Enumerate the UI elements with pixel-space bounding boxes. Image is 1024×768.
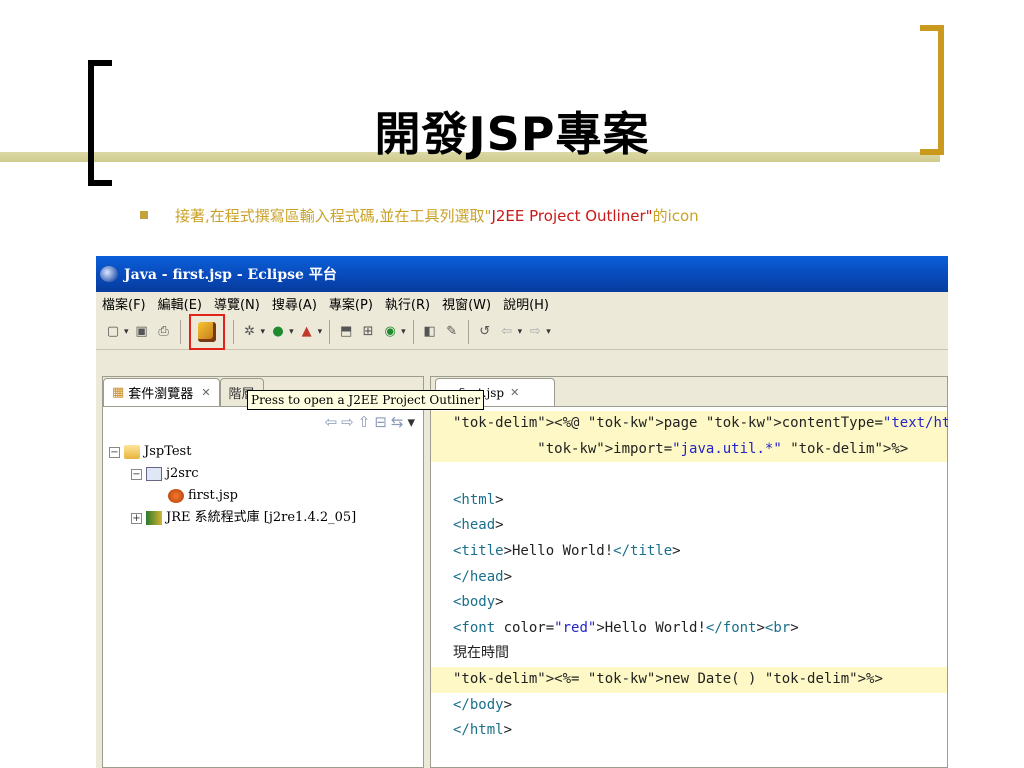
menubar: 檔案(F) 編輯(E) 導覽(N) 搜尋(A) 專案(P) 執行(R) 視窗(W) 說明(H): [96, 292, 948, 314]
new-package-icon[interactable]: ⊞: [359, 323, 377, 341]
tree-item-label: first.jsp: [188, 488, 238, 503]
external-tools-dropdown-arrow[interactable]: ▾: [318, 327, 323, 337]
run-icon[interactable]: ●: [269, 323, 287, 341]
editor-view: first.jsp ✕ "tok-delim"><%@ "tok-kw">pag…: [430, 376, 948, 768]
run-dropdown-arrow[interactable]: ▾: [289, 327, 294, 337]
toolbar-separator: [232, 319, 234, 344]
package-icon: [146, 467, 162, 481]
code-line[interactable]: <title>Hello World!</title>: [431, 539, 947, 565]
editor-tabbar: first.jsp ✕: [431, 377, 947, 407]
last-edit-location-icon[interactable]: ↺: [476, 323, 494, 341]
bullet-marker: [140, 211, 148, 219]
new-wizard-icon[interactable]: ▢: [104, 323, 122, 341]
forward-dropdown-arrow[interactable]: ▾: [546, 327, 551, 337]
code-line[interactable]: <head>: [431, 513, 947, 539]
code-line[interactable]: "tok-delim"><%= "tok-kw">new Date( ) "to…: [431, 666, 947, 693]
eclipse-app-icon: [100, 266, 118, 282]
workbench-area: ▦ 套件瀏覽器 ✕ 階層 ⇦ ⇨ ⇧ ⊟ ⇆ ▾ − JspTest − j2src f…: [96, 370, 948, 768]
toolbar-separator: [412, 319, 414, 344]
forward-icon[interactable]: ⇨: [526, 323, 544, 341]
collapse-all-icon[interactable]: ⊟: [374, 413, 387, 431]
toolbar-separator: [179, 319, 181, 344]
up-icon[interactable]: ⇧: [358, 413, 371, 431]
folder-icon: [124, 445, 140, 459]
code-line[interactable]: "tok-kw">import="java.util.*" "tok-delim…: [431, 436, 947, 463]
j2ee-outliner-icon: [197, 321, 216, 342]
code-editor[interactable]: "tok-delim"><%@ "tok-kw">page "tok-kw">c…: [431, 407, 948, 744]
close-icon[interactable]: ✕: [510, 386, 519, 399]
window-title: Java - first.jsp - Eclipse 平台: [124, 267, 337, 283]
jsp-file-icon: [168, 489, 184, 503]
menu-item[interactable]: 視窗(W): [442, 294, 491, 313]
link-with-editor-icon[interactable]: ⇆: [391, 413, 404, 431]
code-line[interactable]: <body>: [431, 590, 947, 616]
menu-item[interactable]: 編輯(E): [158, 294, 202, 313]
view-menu-icon[interactable]: ▾: [407, 413, 415, 431]
toolbar-separator: [467, 319, 469, 344]
tree-item-label: j2src: [166, 466, 199, 481]
code-line[interactable]: <font color="red">Hello World!</font><br…: [431, 616, 947, 642]
package-explorer-view: ▦ 套件瀏覽器 ✕ 階層 ⇦ ⇨ ⇧ ⊟ ⇆ ▾ − JspTest − j2src f…: [102, 376, 424, 768]
tree-item[interactable]: − j2src: [109, 463, 417, 485]
forward-icon[interactable]: ⇨: [341, 413, 354, 431]
bullet-highlight: J2EE Project Outliner": [491, 207, 653, 225]
code-line[interactable]: [431, 462, 947, 488]
tree-item-label: JRE 系統程式庫 [j2re1.4.2_05]: [166, 510, 357, 525]
code-line[interactable]: </head>: [431, 565, 947, 591]
print-icon[interactable]: ⎙: [155, 323, 173, 341]
eclipse-window: Java - first.jsp - Eclipse 平台 檔案(F) 編輯(E)…: [96, 256, 948, 768]
package-explorer-tab-label: 套件瀏覽器: [128, 387, 194, 402]
outliner-tooltip: Press to open a J2EE Project Outliner: [247, 390, 485, 410]
tree-item[interactable]: first.jsp: [109, 485, 417, 507]
debug-icon[interactable]: ✲: [241, 323, 259, 341]
tree-expander-icon[interactable]: −: [131, 468, 142, 480]
library-icon: [146, 511, 162, 525]
tab-package-explorer[interactable]: ▦ 套件瀏覽器 ✕: [103, 378, 220, 406]
tree-item-label: JspTest: [144, 444, 192, 459]
menu-item[interactable]: 檔案(F): [102, 294, 146, 313]
menu-item[interactable]: 導覽(N): [214, 294, 260, 313]
menu-item[interactable]: 專案(P): [329, 294, 373, 313]
tree-expander-icon[interactable]: +: [131, 512, 142, 524]
toolbar-separator: [329, 319, 331, 344]
toolbar: ▢ ▾ ▣ ⎙ ✲ ▾ ● ▾ ▲ ▾ ⬒ ⊞ ◉ ▾ ◧ ✎ ↺ ⇦ ▾ ⇨ ▾: [96, 313, 948, 350]
open-type-icon[interactable]: ◧: [421, 323, 439, 341]
menu-item[interactable]: 搜尋(A): [272, 294, 317, 313]
code-line[interactable]: 現在時間: [431, 641, 947, 667]
code-line[interactable]: </html>: [431, 718, 947, 744]
slide-title: 開發JSP專案: [374, 107, 650, 161]
back-icon[interactable]: ⇦: [498, 323, 516, 341]
package-tree: − JspTest − j2src first.jsp + JRE 系統程式庫 [j2re1…: [103, 437, 423, 533]
external-tools-icon[interactable]: ▲: [298, 323, 316, 341]
bullet-prefix: 接著,在程式撰寫區輸入程式碼,並在工具列選取": [175, 207, 492, 225]
new-java-project-icon[interactable]: ⬒: [337, 323, 355, 341]
menu-item[interactable]: 執行(R): [385, 294, 430, 313]
code-line[interactable]: </body>: [431, 693, 947, 719]
back-dropdown-arrow[interactable]: ▾: [518, 327, 523, 337]
bullet-suffix: 的icon: [652, 207, 699, 225]
j2ee-project-outliner-button[interactable]: [188, 313, 225, 350]
code-line[interactable]: <html>: [431, 488, 947, 514]
search-icon[interactable]: ✎: [443, 323, 461, 341]
back-icon[interactable]: ⇦: [325, 413, 338, 431]
package-explorer-icon: ▦: [112, 385, 125, 400]
package-explorer-toolbar: ⇦ ⇨ ⇧ ⊟ ⇆ ▾: [103, 407, 423, 437]
new-dropdown-arrow[interactable]: ▾: [124, 327, 129, 337]
close-icon[interactable]: ✕: [201, 386, 210, 399]
new-class-dropdown-arrow[interactable]: ▾: [401, 327, 406, 337]
debug-dropdown-arrow[interactable]: ▾: [261, 327, 266, 337]
new-class-icon[interactable]: ◉: [381, 323, 399, 341]
tree-item[interactable]: + JRE 系統程式庫 [j2re1.4.2_05]: [109, 507, 417, 529]
code-line[interactable]: "tok-delim"><%@ "tok-kw">page "tok-kw">c…: [431, 411, 948, 437]
save-icon[interactable]: ▣: [133, 323, 151, 341]
tree-item[interactable]: − JspTest: [109, 441, 417, 463]
bullet-text: 接著,在程式撰寫區輸入程式碼,並在工具列選取"J2EE Project Outl…: [175, 205, 699, 226]
tree-expander-icon[interactable]: −: [109, 446, 120, 458]
menu-item[interactable]: 說明(H): [503, 294, 549, 313]
window-titlebar: Java - first.jsp - Eclipse 平台: [96, 256, 948, 292]
